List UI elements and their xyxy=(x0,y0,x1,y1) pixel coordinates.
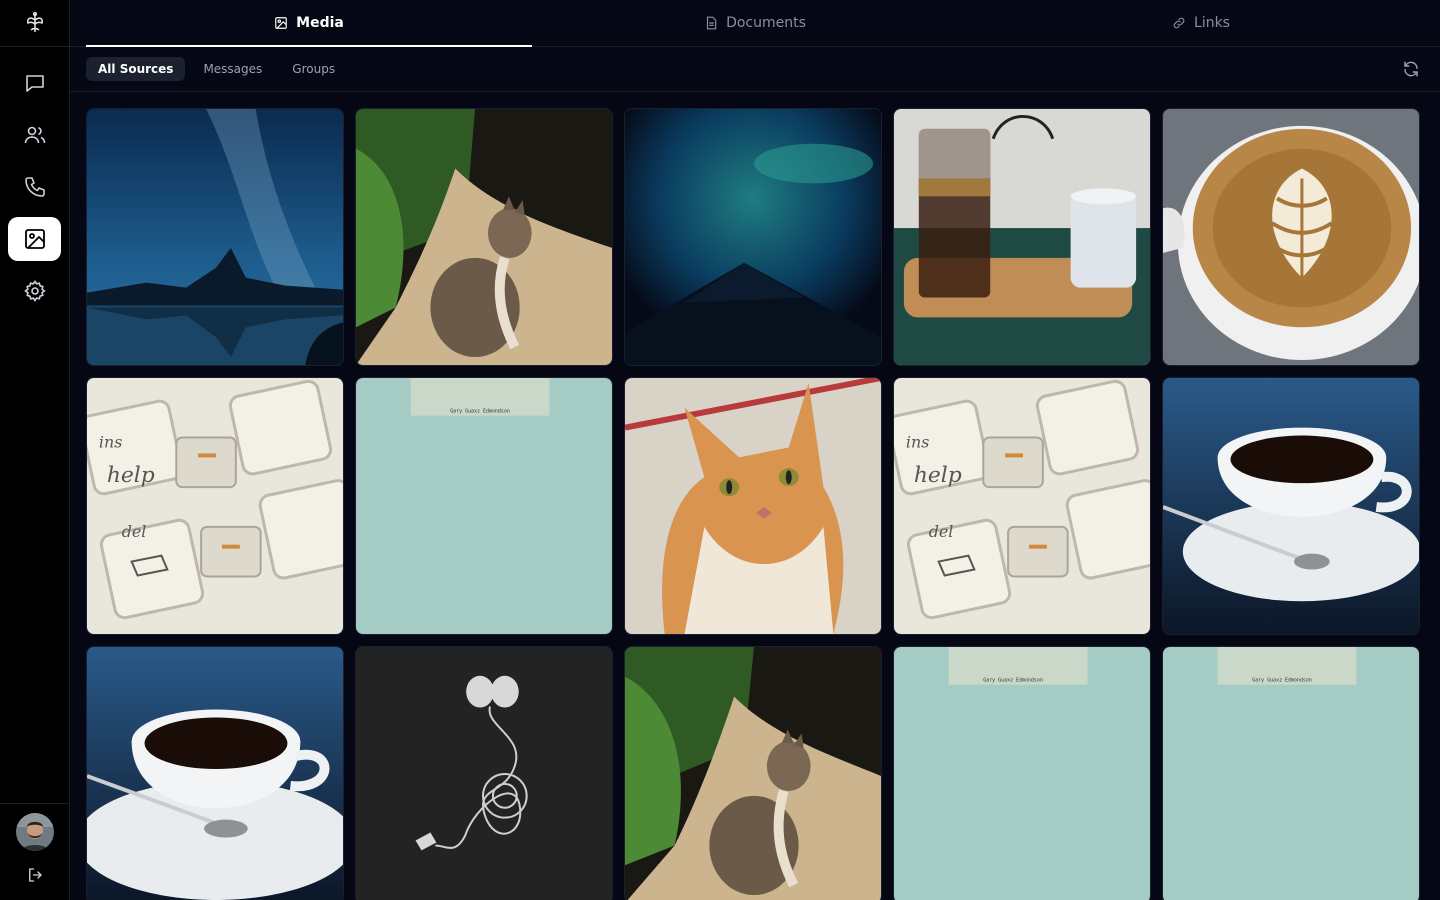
keyboard-keys-photo: ins help del xyxy=(87,378,343,634)
media-tile[interactable]: Gary Guaxz Edmondson xyxy=(355,377,613,635)
paper-note-photo: Gary Guaxz Edmondson xyxy=(894,647,1150,900)
media-tile[interactable]: ins help del xyxy=(893,377,1151,635)
document-icon xyxy=(706,16,717,30)
key-help: help xyxy=(914,463,962,488)
media-tile[interactable]: ins help del xyxy=(86,377,344,635)
paper-note-photo: Gary Guaxz Edmondson xyxy=(356,378,612,634)
key-del: del xyxy=(929,522,954,541)
filter-all-sources[interactable]: All Sources xyxy=(86,57,186,81)
logout-icon xyxy=(29,868,42,882)
phone-icon xyxy=(24,177,45,197)
media-tile[interactable] xyxy=(86,108,344,366)
tab-label: Documents xyxy=(726,15,806,31)
paper-note-photo: Gary Guaxz Edmondson xyxy=(1163,647,1419,900)
chat-icon xyxy=(25,75,44,92)
media-panel: Media Documents Links All Sources Messag… xyxy=(70,0,1440,900)
note-caption: Gary Guaxz Edmondson xyxy=(983,678,1043,684)
tab-bar: Media Documents Links xyxy=(70,0,1440,47)
media-tile[interactable] xyxy=(1162,377,1420,635)
media-tile[interactable]: Gary Guaxz Edmondson xyxy=(893,646,1151,900)
key-ins: ins xyxy=(99,432,122,451)
media-tile[interactable] xyxy=(624,377,882,635)
keyboard-keys-photo: ins help del xyxy=(894,378,1150,634)
media-grid: ins help del Gary Guaxz Edmondson ins he… xyxy=(70,92,1440,900)
media-tile[interactable] xyxy=(355,646,613,900)
black-coffee-cup-photo xyxy=(87,647,343,900)
image-icon xyxy=(275,17,287,29)
source-filters: All Sources Messages Groups xyxy=(70,47,1440,92)
sidebar-item-media[interactable] xyxy=(8,217,61,261)
key-ins: ins xyxy=(906,432,929,451)
avatar-photo xyxy=(16,813,54,851)
cat-looking-up-photo xyxy=(356,109,612,365)
note-caption: Gary Guaxz Edmondson xyxy=(1252,678,1312,684)
aurora-photo xyxy=(625,109,881,365)
tab-media[interactable]: Media xyxy=(86,0,532,47)
media-tile[interactable]: Gary Guaxz Edmondson xyxy=(1162,646,1420,900)
tab-links[interactable]: Links xyxy=(978,0,1424,46)
avatar[interactable] xyxy=(16,813,54,851)
sidebar-nav xyxy=(8,61,61,313)
sidebar-item-calls[interactable] xyxy=(8,165,61,209)
key-del: del xyxy=(122,522,147,541)
users-icon xyxy=(24,126,45,144)
media-tile[interactable] xyxy=(893,108,1151,366)
media-tile[interactable] xyxy=(355,108,613,366)
tab-label: Links xyxy=(1194,15,1230,31)
coffee-pour-over-photo xyxy=(894,109,1150,365)
media-tile[interactable] xyxy=(86,646,344,900)
cat-looking-up-photo xyxy=(625,647,881,900)
orange-cat-photo xyxy=(625,378,881,634)
key-help: help xyxy=(107,463,155,488)
sidebar xyxy=(0,0,70,900)
logo-icon xyxy=(26,11,43,32)
note-caption: Gary Guaxz Edmondson xyxy=(450,409,510,415)
app: Media Documents Links All Sources Messag… xyxy=(0,0,1440,900)
logout-button[interactable] xyxy=(23,863,47,887)
earphone-drawing-photo xyxy=(356,647,612,900)
link-icon xyxy=(1173,17,1185,29)
sidebar-item-settings[interactable] xyxy=(8,269,61,313)
sidebar-item-chats[interactable] xyxy=(8,61,61,105)
image-icon xyxy=(24,229,45,249)
milky-way-photo xyxy=(87,109,343,365)
tab-label: Media xyxy=(296,15,344,31)
gear-icon xyxy=(23,280,46,302)
sidebar-item-contacts[interactable] xyxy=(8,113,61,157)
media-tile[interactable] xyxy=(624,108,882,366)
app-logo[interactable] xyxy=(0,0,70,47)
media-tile[interactable] xyxy=(1162,108,1420,366)
filter-messages[interactable]: Messages xyxy=(191,57,274,81)
tab-documents[interactable]: Documents xyxy=(532,0,978,46)
latte-art-photo xyxy=(1163,109,1419,365)
filter-groups[interactable]: Groups xyxy=(280,57,347,81)
sidebar-footer xyxy=(0,803,70,900)
black-coffee-cup-photo xyxy=(1163,378,1419,634)
refresh-icon[interactable] xyxy=(1402,60,1420,78)
media-tile[interactable] xyxy=(624,646,882,900)
